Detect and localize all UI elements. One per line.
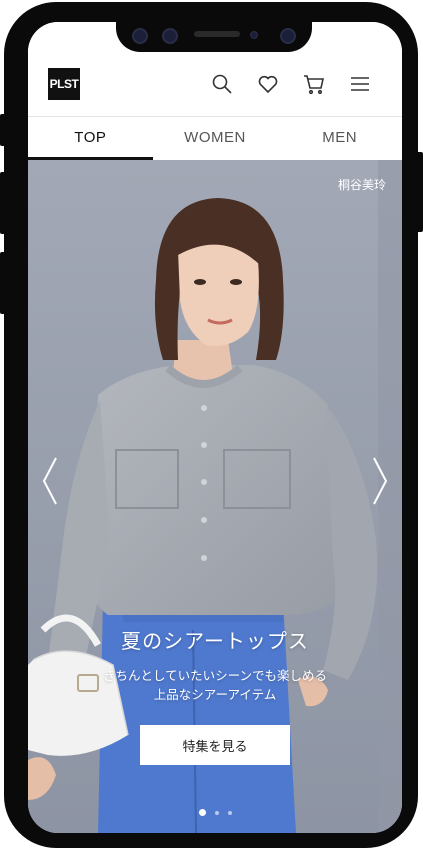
camera-icon — [280, 28, 296, 44]
hero-subline: 上品なシアーアイテム — [153, 687, 277, 702]
hero-carousel[interactable]: 桐谷美玲 夏のシアートップス きちんとしていたいシーンでも楽しめる 上品なシアー… — [28, 160, 402, 833]
carousel-next-arrow[interactable] — [370, 456, 390, 506]
carousel-dot[interactable] — [214, 810, 219, 815]
menu-icon[interactable] — [348, 72, 372, 96]
model-credit: 桐谷美玲 — [337, 178, 386, 192]
search-icon[interactable] — [210, 72, 234, 96]
category-tabs: TOP WOMEN MEN — [28, 118, 402, 160]
earpiece-speaker — [194, 31, 240, 37]
carousel-prev-arrow[interactable] — [40, 456, 60, 506]
camera-icon — [162, 28, 178, 44]
sensor-icon — [250, 31, 258, 39]
hero-subline: きちんとしていたいシーンでも楽しめる — [102, 668, 327, 683]
tab-women[interactable]: WOMEN — [153, 118, 278, 160]
screen: PLST TOP WOMEN MEN 桐谷美玲 夏のシアートップス きちんとして… — [28, 22, 402, 833]
view-feature-button[interactable]: 特集を見る — [140, 725, 290, 765]
phone-frame: PLST TOP WOMEN MEN 桐谷美玲 夏のシアートップス きちんとして… — [4, 2, 418, 848]
brand-logo[interactable]: PLST — [48, 68, 80, 100]
tab-men[interactable]: MEN — [277, 118, 402, 160]
heart-icon[interactable] — [256, 72, 280, 96]
hero-headline: 夏のシアートップス — [121, 629, 309, 653]
carousel-dot[interactable] — [227, 810, 232, 815]
notch — [116, 22, 312, 52]
carousel-indicator — [28, 809, 402, 816]
tab-top[interactable]: TOP — [28, 118, 153, 160]
camera-icon — [132, 28, 148, 44]
cart-icon[interactable] — [302, 72, 326, 96]
carousel-dot-active[interactable] — [198, 809, 206, 816]
